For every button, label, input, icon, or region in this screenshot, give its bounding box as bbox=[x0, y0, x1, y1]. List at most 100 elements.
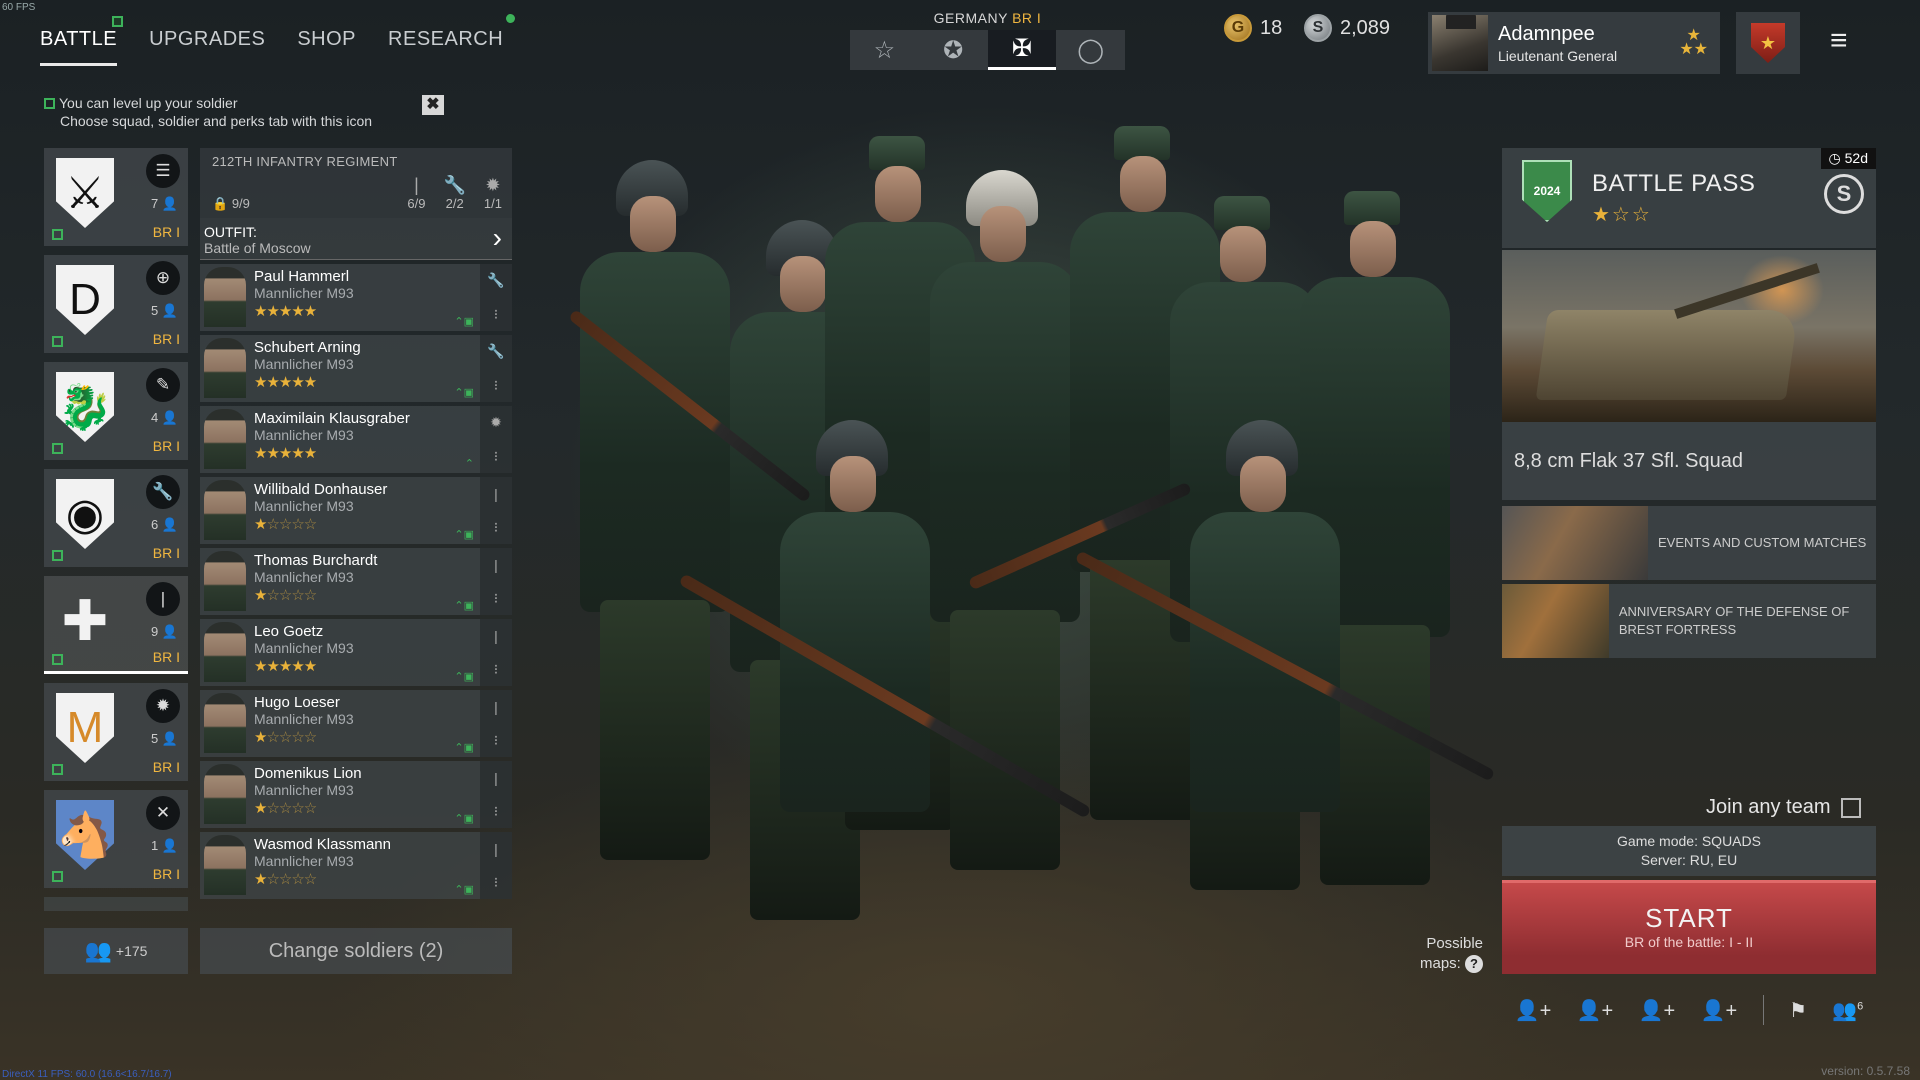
soldier-name: Willibald Donhauser bbox=[254, 481, 388, 498]
soldier-class-icon: 🔧 bbox=[487, 343, 505, 360]
events-label: EVENTS AND CUSTOM MATCHES bbox=[1658, 535, 1867, 550]
squad-list: ⚔ ☰ 7 👤 BR I D ⊕ 5 👤 BR I 🐉 ✎ 4 👤 BR I ◉… bbox=[44, 148, 188, 911]
featured-offer-label: 8,8 cm Flak 37 Sfl. Squad bbox=[1514, 450, 1744, 472]
gold-currency[interactable]: G 18 bbox=[1224, 14, 1282, 42]
squad-card[interactable]: D ⊕ 5 👤 BR I bbox=[44, 255, 188, 353]
squad-card-selected[interactable]: ✚ | 9 👤 BR I bbox=[44, 576, 188, 674]
soldier-row[interactable]: Willibald Donhauser Mannlicher M93 ★☆☆☆☆ ⌃… bbox=[200, 477, 512, 544]
close-icon[interactable]: ✖ bbox=[422, 95, 444, 115]
soldier-class-icon: | bbox=[494, 840, 498, 857]
squad-type-icon: 🔧 bbox=[146, 475, 180, 509]
soldier-name: Schubert Arning bbox=[254, 339, 361, 356]
soldier-row[interactable]: Maximilain Klausgraber Mannlicher M93 ★★★★… bbox=[200, 406, 512, 473]
soldier-class-icon: | bbox=[494, 485, 498, 502]
battle-pass-logo-icon: 2024 bbox=[1522, 160, 1572, 222]
soldier-class-panel: 🔧 ⁝ bbox=[480, 264, 512, 331]
ammo-icon: ⁝ bbox=[493, 589, 499, 606]
join-any-team-label: Join any team bbox=[1706, 796, 1831, 818]
invite-player-icon[interactable]: 👤+ bbox=[1701, 998, 1738, 1023]
soldier-row[interactable]: Domenikus Lion Mannlicher M93 ★☆☆☆☆ ⌃▣ | ⁝ bbox=[200, 761, 512, 828]
squad-emblem-icon: 🐉 bbox=[56, 372, 114, 442]
invite-player-icon[interactable]: 👤+ bbox=[1515, 998, 1552, 1023]
version-label: version: 0.5.7.58 bbox=[1821, 1064, 1910, 1078]
game-mode: Game mode: SQUADS bbox=[1617, 833, 1761, 849]
ammo-icon: ⁝ bbox=[493, 660, 499, 677]
events-card[interactable]: EVENTS AND CUSTOM MATCHES bbox=[1502, 506, 1876, 580]
squad-emblem-icon: ✚ bbox=[61, 589, 109, 652]
soldier-weapon: Mannlicher M93 bbox=[254, 498, 354, 514]
squad-emblem-icon: ⚔ bbox=[56, 158, 114, 228]
battle-pass-stars-icon: ★☆☆ bbox=[1592, 204, 1652, 226]
game-mode-info[interactable]: Game mode: SQUADS Server: RU, EU bbox=[1502, 826, 1876, 876]
join-any-team-toggle[interactable]: Join any team bbox=[1706, 796, 1861, 819]
upgrade-indicator-icon bbox=[52, 654, 63, 665]
group-icon[interactable]: 👥6 bbox=[1832, 998, 1863, 1023]
medal-icon: ★ bbox=[1751, 23, 1785, 63]
soldier-class-icon: 🔧 bbox=[487, 272, 505, 289]
player-profile[interactable]: Adamnpee Lieutenant General ★ ★★ bbox=[1428, 12, 1720, 74]
soldier-row[interactable]: Wasmod Klassmann Mannlicher M93 ★☆☆☆☆ ⌃▣ |… bbox=[200, 832, 512, 899]
squad-count: 7 👤 bbox=[150, 196, 178, 211]
join-any-team-checkbox[interactable] bbox=[1840, 797, 1861, 818]
soldier-row[interactable]: Schubert Arning Mannlicher M93 ★★★★★ ⌃▣ 🔧 ⁝ bbox=[200, 335, 512, 402]
soldier-class-panel: | ⁝ bbox=[480, 832, 512, 899]
possible-maps[interactable]: Possible maps: ? bbox=[1420, 934, 1484, 974]
hint-line2: Choose squad, soldier and perks tab with… bbox=[60, 113, 373, 129]
silver-currency[interactable]: S 2,089 bbox=[1304, 14, 1390, 42]
tab-label: UPGRADES bbox=[149, 28, 266, 50]
soldier-stars-icon: ★☆☆☆☆ bbox=[254, 729, 317, 746]
soldier-row[interactable]: Hugo Loeser Mannlicher M93 ★☆☆☆☆ ⌃▣ | ⁝ bbox=[200, 690, 512, 757]
soldier-stars-icon: ★☆☆☆☆ bbox=[254, 587, 317, 604]
soldier-class-icon: | bbox=[494, 698, 498, 715]
soldier-row[interactable]: Paul Hammerl Mannlicher M93 ★★★★★ ⌃▣ 🔧 ⁝ bbox=[200, 264, 512, 331]
battle-pass-card[interactable]: 2024 BATTLE PASS ★☆☆ ◷ 52d S bbox=[1502, 148, 1876, 248]
nation-japan-icon[interactable]: ◯ bbox=[1056, 30, 1125, 70]
anniversary-event-card[interactable]: ANNIVERSARY OF THE DEFENSE OF BREST FORT… bbox=[1502, 584, 1876, 658]
flag-icon[interactable]: ⚑ bbox=[1789, 998, 1807, 1023]
battle-pass-timer: ◷ 52d bbox=[1820, 148, 1876, 169]
help-icon[interactable]: ? bbox=[1465, 955, 1484, 973]
start-button[interactable]: START BR of the battle: I - II bbox=[1502, 880, 1876, 974]
gold-amount: 18 bbox=[1260, 16, 1283, 39]
server-region: Server: RU, EU bbox=[1640, 852, 1738, 868]
change-soldiers-button[interactable]: Change soldiers (2) bbox=[200, 928, 512, 974]
ammo-icon: ⁝ bbox=[493, 447, 499, 464]
soldier-stars-icon: ★★★★★ bbox=[254, 658, 317, 675]
level-up-icon: ⌃▣ bbox=[454, 671, 474, 683]
soldier-row[interactable]: Thomas Burchardt Mannlicher M93 ★☆☆☆☆ ⌃▣ |… bbox=[200, 548, 512, 615]
tab-battle[interactable]: BATTLE bbox=[40, 16, 124, 66]
nation-ussr-icon[interactable]: ✪ bbox=[919, 30, 988, 70]
squad-count: 5 👤 bbox=[150, 303, 178, 318]
nation-germany-icon[interactable]: ✠ bbox=[987, 30, 1057, 70]
soldier-portrait bbox=[204, 693, 246, 753]
reserve-count: +175 bbox=[115, 943, 148, 959]
soldier-row[interactable]: Leo Goetz Mannlicher M93 ★★★★★ ⌃▣ | ⁝ bbox=[200, 619, 512, 686]
squad-card[interactable]: 🐉 ✎ 4 👤 BR I bbox=[44, 362, 188, 460]
squad-card[interactable]: 🐴 ✕ 1 👤 BR I bbox=[44, 790, 188, 888]
soldier-portrait bbox=[204, 267, 246, 327]
ammo-icon: ⁝ bbox=[493, 873, 499, 890]
soldier-stars-icon: ★★★★★ bbox=[254, 303, 317, 320]
invite-player-icon[interactable]: 👤+ bbox=[1577, 998, 1614, 1023]
menu-icon[interactable]: ≡ bbox=[1830, 26, 1848, 56]
hint-checkbox-icon bbox=[44, 98, 55, 109]
tab-shop[interactable]: SHOP bbox=[297, 28, 356, 66]
soldier-weapon: Mannlicher M93 bbox=[254, 285, 354, 301]
outfit-selector[interactable]: OUTFIT: Battle of Moscow › bbox=[200, 218, 512, 260]
achievements-button[interactable]: ★ bbox=[1736, 12, 1800, 74]
squad-list-more[interactable] bbox=[44, 897, 188, 911]
squad-card[interactable]: ⚔ ☰ 7 👤 BR I bbox=[44, 148, 188, 246]
reserve-button[interactable]: 👥 +175 bbox=[44, 928, 188, 974]
tab-upgrades[interactable]: UPGRADES bbox=[149, 28, 265, 66]
invite-player-icon[interactable]: 👤+ bbox=[1639, 998, 1676, 1023]
specialist-count: ✹ 1/1 bbox=[483, 175, 502, 211]
squad-card[interactable]: ◉ 🔧 6 👤 BR I bbox=[44, 469, 188, 567]
tab-research[interactable]: RESEARCH bbox=[388, 14, 516, 66]
upgrade-indicator-icon bbox=[52, 443, 63, 454]
squad-emblem-icon: M bbox=[56, 693, 114, 763]
featured-offer-card[interactable]: 8,8 cm Flak 37 Sfl. Squad bbox=[1502, 250, 1876, 500]
squad-card[interactable]: M ✹ 5 👤 BR I bbox=[44, 683, 188, 781]
nation-usa-icon[interactable]: ☆ bbox=[850, 30, 919, 70]
squad-br: BR I bbox=[152, 759, 180, 775]
reserve-icon: 👥 bbox=[84, 938, 112, 963]
